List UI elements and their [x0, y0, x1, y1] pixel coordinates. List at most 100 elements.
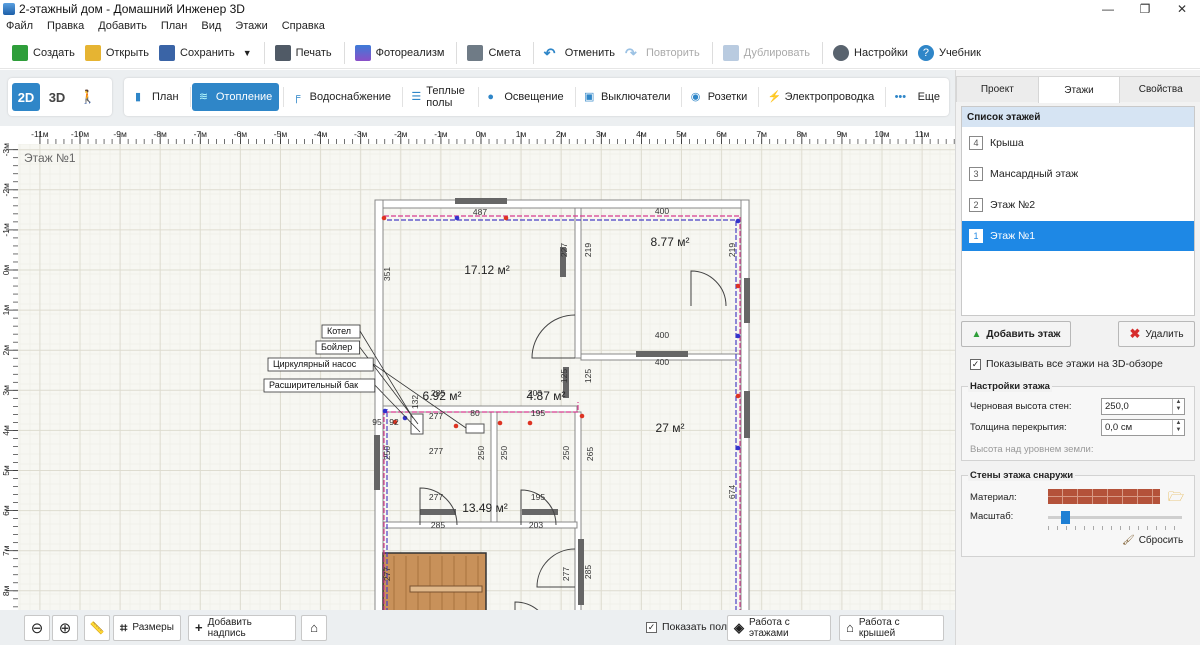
main-toolbar: Создать Открыть Сохранить ▼ Печать Фоторе…	[0, 37, 1200, 69]
settings-button[interactable]: Настройки	[829, 40, 912, 66]
scale-label: Масштаб:	[970, 511, 1014, 522]
floor-item-2[interactable]: 2 Этаж №2	[962, 190, 1194, 220]
zoom-in-button[interactable]: ⊕	[52, 614, 78, 641]
maximize-button[interactable]: ❐	[1125, 0, 1165, 18]
minimize-button[interactable]: —	[1088, 0, 1128, 18]
delete-floor-button[interactable]: ✖ Удалить	[1118, 321, 1195, 347]
heating-point	[497, 420, 503, 426]
open-button[interactable]: Открыть	[81, 40, 153, 66]
more-icon: •••	[894, 91, 907, 103]
mode-2d-button[interactable]: 2D	[12, 83, 40, 111]
scale-slider-track[interactable]	[1048, 511, 1182, 524]
ruler-x-label: 3м	[596, 129, 607, 139]
ground-height-label: Высота над уровнем земли:	[970, 444, 1094, 455]
work-floors-label: Работа с этажами	[749, 616, 790, 639]
close-button[interactable]: ✕	[1162, 0, 1200, 18]
layer-tab-5[interactable]: ▣ Выключатели	[577, 83, 677, 111]
ruler-y-label: -1м	[1, 223, 11, 237]
tutorial-button[interactable]: ? Учебник	[914, 40, 985, 66]
menu-add[interactable]: Добавить	[98, 20, 147, 32]
toolbar-separator	[456, 41, 458, 64]
tab-project[interactable]: Проект	[956, 76, 1039, 102]
layer-tab-2[interactable]: ╒ Водоснабжение	[286, 83, 398, 111]
layer-tab-4[interactable]: ● Освещение	[480, 83, 570, 111]
dimensions-button[interactable]: ⌗ Размеры	[113, 614, 181, 641]
brick-material-swatch[interactable]	[1048, 489, 1160, 504]
bolt-icon: ⚡	[767, 91, 782, 103]
undo-button[interactable]: ↶ Отменить	[540, 40, 619, 66]
equipment-callout-label: Расширительный бак	[269, 380, 358, 390]
work-roof-button[interactable]: ⌂ Работа с крышей	[839, 614, 944, 641]
folder-icon[interactable]: 🗁	[1168, 488, 1184, 510]
zoom-out-button[interactable]: ⊖	[24, 614, 50, 641]
walls-outside-group: Стены этажа снаружи Материал: 🗁 Масштаб:…	[961, 470, 1195, 557]
duplicate-button[interactable]: Дублировать	[719, 40, 814, 66]
show-all-floors-checkbox[interactable]: ✓ Показывать все этажи на 3D-обзоре	[970, 358, 1163, 370]
print-button[interactable]: Печать	[271, 40, 336, 66]
save-button[interactable]: Сохранить ▼	[155, 40, 256, 66]
toolbar-separator	[343, 41, 345, 64]
floor-plan-svg[interactable]: -11м -10м -9м -8м -7м -6м -5м -4м -3м -2м -1м 0м 1м 2…	[0, 126, 955, 645]
layer-tab-1[interactable]: ≋ Отопление	[191, 83, 280, 111]
add-label-button[interactable]: + Добавить надпись	[188, 614, 296, 641]
work-floors-button[interactable]: ◈ Работа с этажами	[727, 614, 831, 641]
show-floor-label: Показать пол	[662, 621, 727, 633]
home-button[interactable]: ⌂	[301, 614, 327, 641]
spinner-arrows-icon[interactable]: ▲ ▼	[1172, 399, 1184, 414]
dimension-label: 265	[585, 447, 595, 461]
floor-label: Этаж №1	[24, 151, 76, 165]
tab-floors[interactable]: Этажи	[1037, 76, 1121, 103]
equipment-callout-label: Котел	[327, 326, 351, 336]
show-floor-checkbox[interactable]: ✓ Показать пол	[646, 621, 727, 633]
ruler-button[interactable]: 📏	[84, 614, 110, 641]
menu-help[interactable]: Справка	[282, 20, 325, 32]
zoom-out-icon: ⊖	[30, 619, 44, 637]
menu-plan[interactable]: План	[161, 20, 188, 32]
dimensions-label: Размеры	[132, 622, 174, 633]
floor-name: Этаж №2	[990, 199, 1036, 211]
menu-view[interactable]: Вид	[201, 20, 221, 32]
dimension-label: 285	[431, 388, 445, 398]
gear-icon	[833, 44, 850, 61]
menu-file[interactable]: Файл	[6, 20, 33, 32]
ruler-y-label: 2м	[1, 345, 11, 356]
add-floor-button[interactable]: ▲ Добавить этаж	[961, 321, 1071, 347]
save-label: Сохранить	[180, 46, 235, 59]
print-label: Печать	[295, 46, 332, 59]
ruler-y-label: -2м	[1, 183, 11, 197]
ruler-y-label: 6м	[1, 505, 11, 516]
layer-tab-label: Водоснабжение	[309, 91, 392, 103]
slab-input[interactable]: 0,0 см ▲ ▼	[1101, 419, 1185, 436]
ruler-x-label: -4м	[314, 129, 328, 139]
spinner-arrows-icon[interactable]: ▲ ▼	[1172, 420, 1184, 435]
layer-tab-6[interactable]: ◉ Розетки	[684, 83, 755, 111]
create-button[interactable]: Создать	[8, 40, 79, 66]
layer-tab-8[interactable]: ••• Еще	[888, 83, 947, 111]
layer-tab-0[interactable]: ▮ План	[128, 83, 186, 111]
photoreal-button[interactable]: Фотореализм	[351, 40, 449, 66]
tab-properties[interactable]: Свойства	[1119, 76, 1200, 102]
plan-canvas[interactable]: -11м -10м -9м -8м -7м -6м -5м -4м -3м -2м -1м 0м 1м 2…	[0, 126, 955, 645]
floor-item-roof[interactable]: 4 Крыша	[962, 128, 1194, 158]
floor-item-1[interactable]: 1 Этаж №1	[962, 221, 1194, 251]
wall	[382, 521, 578, 529]
scale-slider-thumb[interactable]	[1061, 511, 1071, 524]
wall-height-input[interactable]: 250,0 ▲ ▼	[1101, 398, 1185, 415]
reset-button[interactable]: 🖌 Сбросить	[1122, 535, 1183, 546]
save-dropdown-icon[interactable]: ▼	[243, 48, 252, 58]
right-panel: Проект Этажи Свойства Список этажей 4 Кры…	[955, 70, 1200, 645]
menu-floors[interactable]: Этажи	[235, 20, 267, 32]
menu-edit[interactable]: Правка	[47, 20, 84, 32]
heating-point	[527, 420, 533, 426]
mode-3d-button[interactable]: 3D	[43, 83, 71, 111]
floor-item-attic[interactable]: 3 Мансардный этаж	[962, 159, 1194, 189]
layer-tab-3[interactable]: ☰ Теплые полы	[404, 83, 474, 111]
add-label-text: Добавить надпись	[207, 616, 252, 639]
walk-mode-icon[interactable]: 🚶	[74, 83, 102, 111]
layer-tab-7[interactable]: ⚡ Электропроводка	[761, 83, 882, 111]
brush-icon: 🖌	[1122, 535, 1135, 546]
undo-icon: ↶	[543, 44, 556, 61]
redo-button[interactable]: ↷ Повторить	[621, 40, 704, 66]
ruler-x-label: -1м	[434, 129, 448, 139]
estimate-button[interactable]: Смета	[463, 40, 524, 66]
